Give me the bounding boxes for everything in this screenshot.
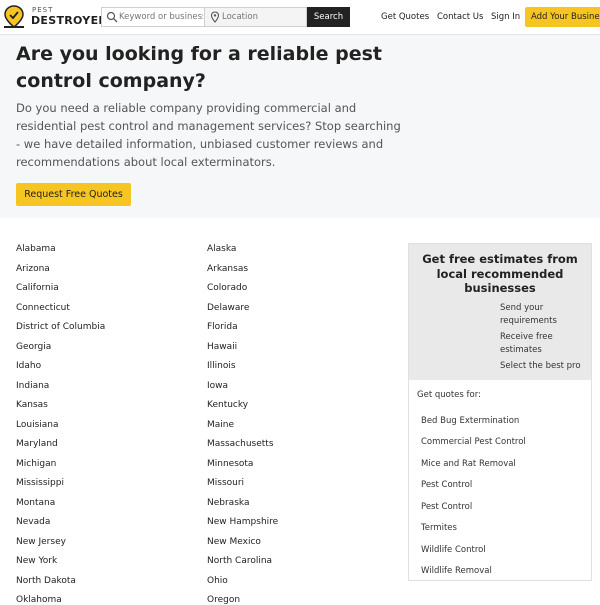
search-icon <box>106 11 118 23</box>
service-link[interactable]: Mice and Rat Removal <box>421 459 516 469</box>
service-link[interactable]: Wildlife Removal <box>421 566 492 576</box>
state-link[interactable]: Florida <box>207 322 238 332</box>
state-link[interactable]: Alabama <box>16 244 56 254</box>
step-select-pro: Select the best pro <box>500 361 581 371</box>
state-link[interactable]: Oregon <box>207 595 240 605</box>
state-link[interactable]: Iowa <box>207 381 228 391</box>
state-link[interactable]: Idaho <box>16 361 41 371</box>
state-link[interactable]: Ohio <box>207 576 228 586</box>
location-field-wrap <box>205 8 306 26</box>
state-link[interactable]: Georgia <box>16 342 51 352</box>
state-link[interactable]: New York <box>16 556 57 566</box>
state-link[interactable]: Nevada <box>16 517 50 527</box>
state-link[interactable]: Missouri <box>207 478 244 488</box>
search-bar <box>101 7 307 27</box>
request-quotes-button[interactable]: Request Free Quotes <box>16 183 131 206</box>
state-link[interactable]: Michigan <box>16 459 56 469</box>
site-header: PEST DESTROYERS Search Get Quotes Contac… <box>0 0 600 35</box>
search-button[interactable]: Search <box>307 7 350 27</box>
state-link[interactable]: Maine <box>207 420 234 430</box>
state-link[interactable]: Kentucky <box>207 400 248 410</box>
state-link[interactable]: New Hampshire <box>207 517 278 527</box>
state-link[interactable]: District of Columbia <box>16 322 105 332</box>
logo-text-small: PEST <box>32 6 54 14</box>
location-pin-icon <box>210 11 220 23</box>
state-link[interactable]: Montana <box>16 498 55 508</box>
service-link[interactable]: Wildlife Control <box>421 545 486 555</box>
state-link[interactable]: Massachusetts <box>207 439 274 449</box>
state-link[interactable]: Arkansas <box>207 264 248 274</box>
nav-sign-in[interactable]: Sign In <box>491 12 520 22</box>
keyword-input[interactable] <box>119 10 203 24</box>
state-link[interactable]: Arizona <box>16 264 50 274</box>
state-link[interactable]: North Carolina <box>207 556 272 566</box>
state-link[interactable]: Connecticut <box>16 303 70 313</box>
state-link[interactable]: Delaware <box>207 303 249 313</box>
add-business-button[interactable]: Add Your Business <box>525 7 600 27</box>
step-receive-estimates: Receive free estimates <box>500 332 553 355</box>
card-title: Get free estimates from local recommende… <box>422 252 578 295</box>
state-link[interactable]: New Mexico <box>207 537 261 547</box>
map-pin-logo-icon <box>4 5 24 28</box>
hero-section: Are you looking for a reliable pest cont… <box>0 35 600 218</box>
state-link[interactable]: New Jersey <box>16 537 66 547</box>
service-link[interactable]: Commercial Pest Control <box>421 437 526 447</box>
hero-title: Are you looking for a reliable pest cont… <box>16 43 383 92</box>
card-header: Get free estimates from local recommende… <box>409 244 591 380</box>
state-link[interactable]: Illinois <box>207 361 236 371</box>
step-send-requirements: Send your requirements <box>500 303 557 326</box>
state-link[interactable]: Indiana <box>16 381 49 391</box>
service-link[interactable]: Termites <box>421 523 457 533</box>
service-link[interactable]: Bed Bug Extermination <box>421 416 519 426</box>
hero-description: Do you need a reliable company providing… <box>16 101 401 169</box>
state-link[interactable]: Louisiana <box>16 420 59 430</box>
state-link[interactable]: Alaska <box>207 244 236 254</box>
nav-get-quotes[interactable]: Get Quotes <box>381 12 429 22</box>
state-link[interactable]: Minnesota <box>207 459 253 469</box>
state-link[interactable]: North Dakota <box>16 576 76 586</box>
free-estimates-card: Get free estimates from local recommende… <box>408 243 592 581</box>
get-quotes-for-label: Get quotes for: <box>417 390 481 400</box>
state-link[interactable]: Colorado <box>207 283 247 293</box>
state-link[interactable]: California <box>16 283 59 293</box>
site-logo[interactable]: PEST DESTROYERS <box>0 4 115 30</box>
location-input[interactable] <box>222 10 306 24</box>
keyword-field-wrap <box>102 8 205 26</box>
state-link[interactable]: Mississippi <box>16 478 64 488</box>
state-link[interactable]: Nebraska <box>207 498 249 508</box>
service-link[interactable]: Pest Control <box>421 480 472 490</box>
state-link[interactable]: Oklahoma <box>16 595 62 605</box>
nav-contact-us[interactable]: Contact Us <box>437 12 483 22</box>
service-link[interactable]: Pest Control <box>421 502 472 512</box>
state-link[interactable]: Hawaii <box>207 342 237 352</box>
state-link[interactable]: Maryland <box>16 439 58 449</box>
state-link[interactable]: Kansas <box>16 400 48 410</box>
